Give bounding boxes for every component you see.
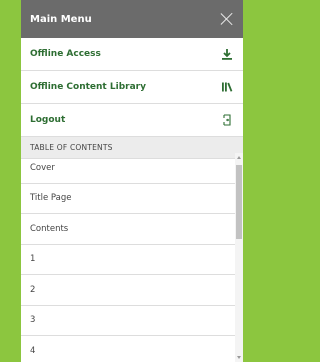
toc-item-contents[interactable]: Contents <box>21 214 243 245</box>
toc-scrollbar[interactable] <box>235 153 243 362</box>
library-icon <box>220 80 234 94</box>
toc-item-4[interactable]: 4 <box>21 336 243 362</box>
menu-item-logout[interactable]: Logout <box>21 104 243 137</box>
menu-header: Main Menu <box>21 0 243 38</box>
toc-item-3[interactable]: 3 <box>21 306 243 336</box>
menu-item-offline-content-library[interactable]: Offline Content Library <box>21 71 243 104</box>
toc-item-2[interactable]: 2 <box>21 275 243 306</box>
menu-item-label: Logout <box>30 115 66 125</box>
menu-item-label: Offline Access <box>30 49 101 59</box>
toc-item-1[interactable]: 1 <box>21 245 243 275</box>
close-icon[interactable] <box>220 12 234 26</box>
scroll-down-icon[interactable] <box>237 356 241 359</box>
toc-item-cover[interactable]: Cover <box>21 153 243 184</box>
logout-icon <box>220 113 234 127</box>
main-menu-panel: Main Menu Offline Access Offline Content… <box>21 0 243 362</box>
menu-item-offline-access[interactable]: Offline Access <box>21 38 243 71</box>
menu-title: Main Menu <box>30 13 92 25</box>
scroll-thumb[interactable] <box>236 165 242 239</box>
toc-list: Cover Title Page Contents 1 2 3 4 <box>21 153 243 362</box>
menu-item-label: Offline Content Library <box>30 82 146 92</box>
toc-item-title-page[interactable]: Title Page <box>21 184 243 214</box>
scroll-up-icon[interactable] <box>237 156 241 159</box>
download-icon <box>220 47 234 61</box>
